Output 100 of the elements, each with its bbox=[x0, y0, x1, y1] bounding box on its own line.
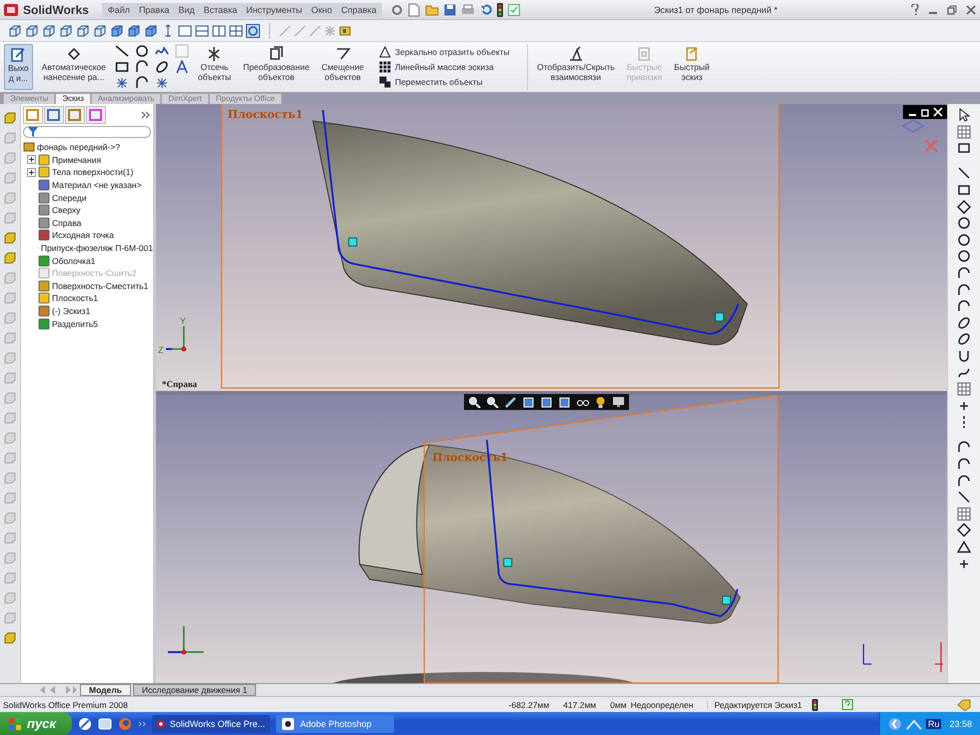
cube-icon[interactable] bbox=[25, 24, 39, 38]
arc-icon[interactable] bbox=[957, 299, 971, 314]
ellipse-icon[interactable] bbox=[154, 60, 169, 74]
command-item[interactable]: Зеркально отразить объекты bbox=[378, 46, 521, 58]
command-button[interactable]: Автоматическое нанесение ра... bbox=[38, 44, 109, 90]
cube-icon[interactable] bbox=[42, 24, 56, 38]
cube-icon[interactable] bbox=[76, 24, 90, 38]
tree-root[interactable]: фонарь передний->? bbox=[37, 142, 120, 152]
tree-item[interactable]: (-) Эскиз1 bbox=[52, 306, 90, 316]
circle-icon[interactable] bbox=[134, 44, 149, 58]
cube-icon[interactable] bbox=[127, 24, 141, 38]
tree-item[interactable]: Оболочка1 bbox=[52, 256, 96, 266]
ellipse-icon[interactable] bbox=[957, 316, 971, 330]
cube-icon[interactable] bbox=[59, 24, 73, 38]
triangle-icon[interactable] bbox=[957, 540, 971, 554]
tree-item[interactable]: Сверху bbox=[52, 205, 80, 216]
monitor-icon[interactable] bbox=[612, 396, 625, 408]
tree-item[interactable]: Припуск-фюзеляж П-6М-001 bbox=[40, 243, 153, 254]
cube-icon[interactable] bbox=[93, 24, 107, 38]
tab[interactable]: Эскиз bbox=[55, 93, 91, 104]
expand-icon[interactable] bbox=[27, 155, 36, 164]
cube-icon[interactable] bbox=[110, 24, 124, 38]
views-icon[interactable] bbox=[246, 24, 260, 38]
undo-icon[interactable] bbox=[480, 4, 492, 16]
quick-launch-icon[interactable] bbox=[98, 716, 112, 730]
language-indicator[interactable]: Ru bbox=[926, 718, 942, 728]
ellipse-icon[interactable] bbox=[957, 332, 971, 346]
taskbar-button[interactable]: SolidWorks Office Pre... bbox=[152, 714, 270, 732]
expand-icon[interactable] bbox=[27, 168, 36, 177]
start-button[interactable]: пуск bbox=[0, 712, 72, 735]
command-button[interactable]: Преобразование объектов bbox=[240, 44, 312, 90]
cube-icon[interactable] bbox=[8, 24, 22, 38]
line-icon[interactable] bbox=[957, 166, 971, 180]
cursor-icon[interactable] bbox=[957, 108, 971, 122]
quick-launch-icon[interactable] bbox=[78, 716, 92, 730]
tab[interactable]: Модель bbox=[80, 684, 131, 696]
help-icon[interactable] bbox=[842, 699, 853, 710]
line-icon[interactable] bbox=[114, 44, 129, 58]
tree-item[interactable]: Тела поверхности(1) bbox=[52, 167, 134, 178]
pane-icon[interactable] bbox=[212, 24, 226, 38]
arc-icon[interactable] bbox=[957, 282, 971, 297]
arc-icon[interactable] bbox=[134, 76, 149, 90]
help-icon[interactable] bbox=[911, 4, 919, 16]
plane-icon[interactable] bbox=[957, 523, 971, 538]
display-icon[interactable] bbox=[339, 24, 351, 36]
config-icon[interactable] bbox=[65, 106, 85, 124]
circle-icon[interactable] bbox=[957, 232, 971, 247]
tree-item[interactable]: Примечания bbox=[52, 154, 102, 165]
diamond-icon[interactable] bbox=[957, 200, 971, 214]
folder-icon[interactable] bbox=[425, 4, 440, 16]
filter-field[interactable] bbox=[23, 126, 151, 138]
expand-icon[interactable] bbox=[141, 111, 151, 119]
tree-item[interactable]: Разделить5 bbox=[52, 318, 98, 329]
point-icon[interactable] bbox=[114, 76, 129, 90]
u-shape-icon[interactable] bbox=[957, 348, 971, 363]
rectangle-icon[interactable] bbox=[114, 60, 129, 74]
taskbar-button[interactable]: Adobe Photoshop bbox=[276, 714, 394, 732]
parts-tree-icon[interactable] bbox=[23, 106, 43, 124]
arc-icon[interactable] bbox=[957, 266, 971, 280]
command-button[interactable]: Смещение объектов bbox=[318, 44, 367, 90]
traffic-light-icon[interactable] bbox=[812, 698, 818, 710]
menu-item[interactable]: Файл bbox=[108, 4, 130, 14]
window-controls-icon[interactable] bbox=[907, 107, 943, 117]
circle-icon[interactable] bbox=[957, 216, 971, 230]
circle-icon[interactable] bbox=[957, 249, 971, 264]
command-item[interactable]: Переместить объекты bbox=[378, 76, 521, 88]
arc-icon[interactable] bbox=[957, 440, 971, 454]
tree-item[interactable]: Спереди bbox=[52, 192, 86, 203]
zoom-icon[interactable] bbox=[468, 396, 481, 408]
pencil-icon[interactable] bbox=[504, 396, 517, 408]
command-button[interactable]: Быстрый эскиз bbox=[671, 44, 713, 90]
target-icon[interactable] bbox=[86, 106, 106, 124]
light-bulb-icon[interactable] bbox=[594, 396, 607, 408]
tree-item[interactable]: Исходная точка bbox=[52, 230, 114, 240]
command-button[interactable]: Отобразить/Скрыть взаимосвязи bbox=[534, 44, 618, 90]
cube-icon[interactable] bbox=[144, 24, 158, 38]
traffic-light-icon[interactable] bbox=[497, 2, 504, 16]
menu-item[interactable]: Справка bbox=[341, 4, 376, 14]
command-button[interactable]: Отсечь объекты bbox=[194, 44, 234, 90]
rectangle-icon[interactable] bbox=[957, 182, 971, 197]
arc-icon[interactable] bbox=[957, 457, 971, 472]
point-icon[interactable] bbox=[154, 76, 169, 90]
save-icon[interactable] bbox=[444, 4, 456, 16]
pane-icon[interactable] bbox=[229, 24, 243, 38]
command-button[interactable]: Выхо д и... bbox=[4, 44, 33, 90]
menu-item[interactable]: Инструменты bbox=[246, 4, 302, 14]
print-icon[interactable] bbox=[461, 4, 476, 16]
menu-item[interactable]: Вид bbox=[178, 4, 195, 14]
arc-icon[interactable] bbox=[134, 60, 149, 74]
tree-item[interactable]: Материал <не указан> bbox=[52, 180, 142, 190]
chamfer-icon[interactable] bbox=[957, 490, 971, 504]
sketch-icon[interactable] bbox=[957, 141, 971, 156]
zoom-icon[interactable] bbox=[486, 396, 499, 408]
pane-icon[interactable] bbox=[195, 24, 209, 38]
pane-icon[interactable] bbox=[178, 24, 192, 38]
menu-item[interactable]: Правка bbox=[138, 4, 170, 14]
close-icon[interactable] bbox=[966, 4, 976, 14]
pin-icon[interactable] bbox=[391, 4, 404, 16]
tree-item[interactable]: Плоскость1 bbox=[52, 293, 98, 304]
fillet-icon[interactable] bbox=[957, 474, 971, 488]
